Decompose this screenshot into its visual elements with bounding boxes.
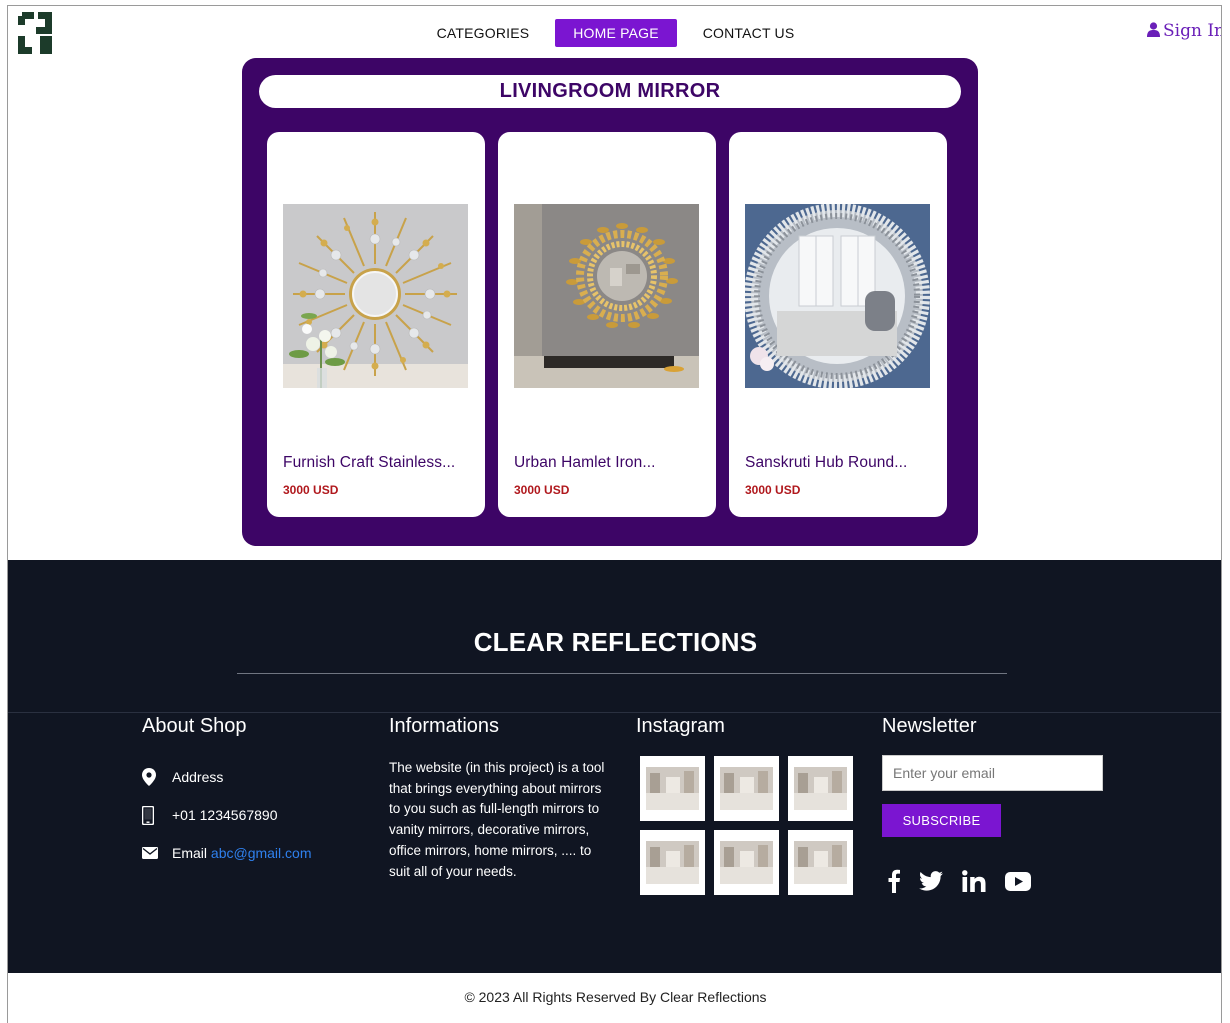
address-row: Address bbox=[142, 758, 311, 796]
nav-categories[interactable]: CATEGORIES bbox=[419, 19, 548, 47]
phone-text: +01 1234567890 bbox=[172, 807, 278, 823]
email-input[interactable] bbox=[882, 755, 1103, 791]
section-title: LIVINGROOM MIRROR bbox=[259, 75, 961, 108]
facebook-icon[interactable] bbox=[888, 867, 900, 895]
info-heading: Informations bbox=[389, 715, 500, 737]
subscribe-button[interactable]: SUBSCRIBE bbox=[882, 804, 1001, 837]
email-label: Email bbox=[172, 845, 208, 861]
copyright-text: © 2023 All Rights Reserved By Clear Refl… bbox=[464, 989, 767, 1005]
instagram-heading: Instagram bbox=[636, 715, 725, 737]
product-price: 3000 USD bbox=[745, 483, 801, 497]
about-heading: About Shop bbox=[142, 715, 247, 737]
product-price: 3000 USD bbox=[514, 483, 570, 497]
product-card[interactable]: Urban Hamlet Iron... 3000 USD bbox=[498, 132, 716, 517]
nav-contact-us[interactable]: CONTACT US bbox=[685, 19, 813, 47]
email-link[interactable]: abc@gmail.com bbox=[211, 845, 312, 861]
instagram-grid bbox=[640, 756, 853, 895]
product-name[interactable]: Urban Hamlet Iron... bbox=[514, 454, 656, 472]
product-card[interactable]: Furnish Craft Stainless... 3000 USD bbox=[267, 132, 485, 517]
twitter-icon[interactable] bbox=[919, 867, 943, 895]
product-name[interactable]: Furnish Craft Stainless... bbox=[283, 454, 455, 472]
about-shop-column: About Shop Address +01 1234567890 Email … bbox=[142, 715, 311, 872]
instagram-thumb[interactable] bbox=[788, 830, 853, 895]
instagram-thumb[interactable] bbox=[640, 756, 705, 821]
page-frame: CATEGORIES HOME PAGE CONTACT US Sign In … bbox=[7, 5, 1222, 1023]
linkedin-icon[interactable] bbox=[962, 867, 986, 895]
newsletter-heading: Newsletter bbox=[882, 715, 977, 737]
informations-column: Informations The website (in this projec… bbox=[389, 715, 614, 882]
phone-row: +01 1234567890 bbox=[142, 796, 311, 834]
email-row: Email abc@gmail.com bbox=[142, 834, 311, 872]
map-marker-icon bbox=[142, 768, 172, 786]
site-footer: CLEAR REFLECTIONS About Shop Address +01… bbox=[8, 560, 1221, 973]
product-image[interactable] bbox=[283, 204, 468, 388]
social-links bbox=[888, 867, 1103, 895]
product-image[interactable] bbox=[514, 204, 699, 388]
mobile-phone-icon bbox=[142, 805, 172, 825]
nav-home-page[interactable]: HOME PAGE bbox=[555, 19, 677, 47]
newsletter-column: Newsletter SUBSCRIBE bbox=[882, 715, 1103, 895]
product-image[interactable] bbox=[745, 204, 930, 388]
product-name[interactable]: Sanskruti Hub Round... bbox=[745, 454, 907, 472]
product-panel: LIVINGROOM MIRROR Furnish Craft Stainles… bbox=[242, 58, 978, 546]
instagram-thumb[interactable] bbox=[714, 756, 779, 821]
footer-separator bbox=[8, 712, 1221, 713]
instagram-thumb[interactable] bbox=[714, 830, 779, 895]
product-price: 3000 USD bbox=[283, 483, 339, 497]
info-text: The website (in this project) is a tool … bbox=[389, 760, 605, 879]
main-nav: CATEGORIES HOME PAGE CONTACT US bbox=[8, 19, 1221, 47]
sign-in-label: Sign In bbox=[1163, 21, 1222, 41]
instagram-thumb[interactable] bbox=[640, 830, 705, 895]
user-icon bbox=[1147, 22, 1161, 37]
instagram-column: Instagram bbox=[636, 715, 853, 895]
instagram-thumb[interactable] bbox=[788, 756, 853, 821]
address-text: Address bbox=[172, 769, 224, 785]
sign-in-link[interactable]: Sign In bbox=[1147, 21, 1222, 41]
footer-divider bbox=[237, 673, 1007, 674]
product-card[interactable]: Sanskruti Hub Round... 3000 USD bbox=[729, 132, 947, 517]
youtube-icon[interactable] bbox=[1005, 867, 1031, 895]
envelope-icon bbox=[142, 847, 172, 859]
footer-brand: CLEAR REFLECTIONS bbox=[473, 627, 758, 657]
